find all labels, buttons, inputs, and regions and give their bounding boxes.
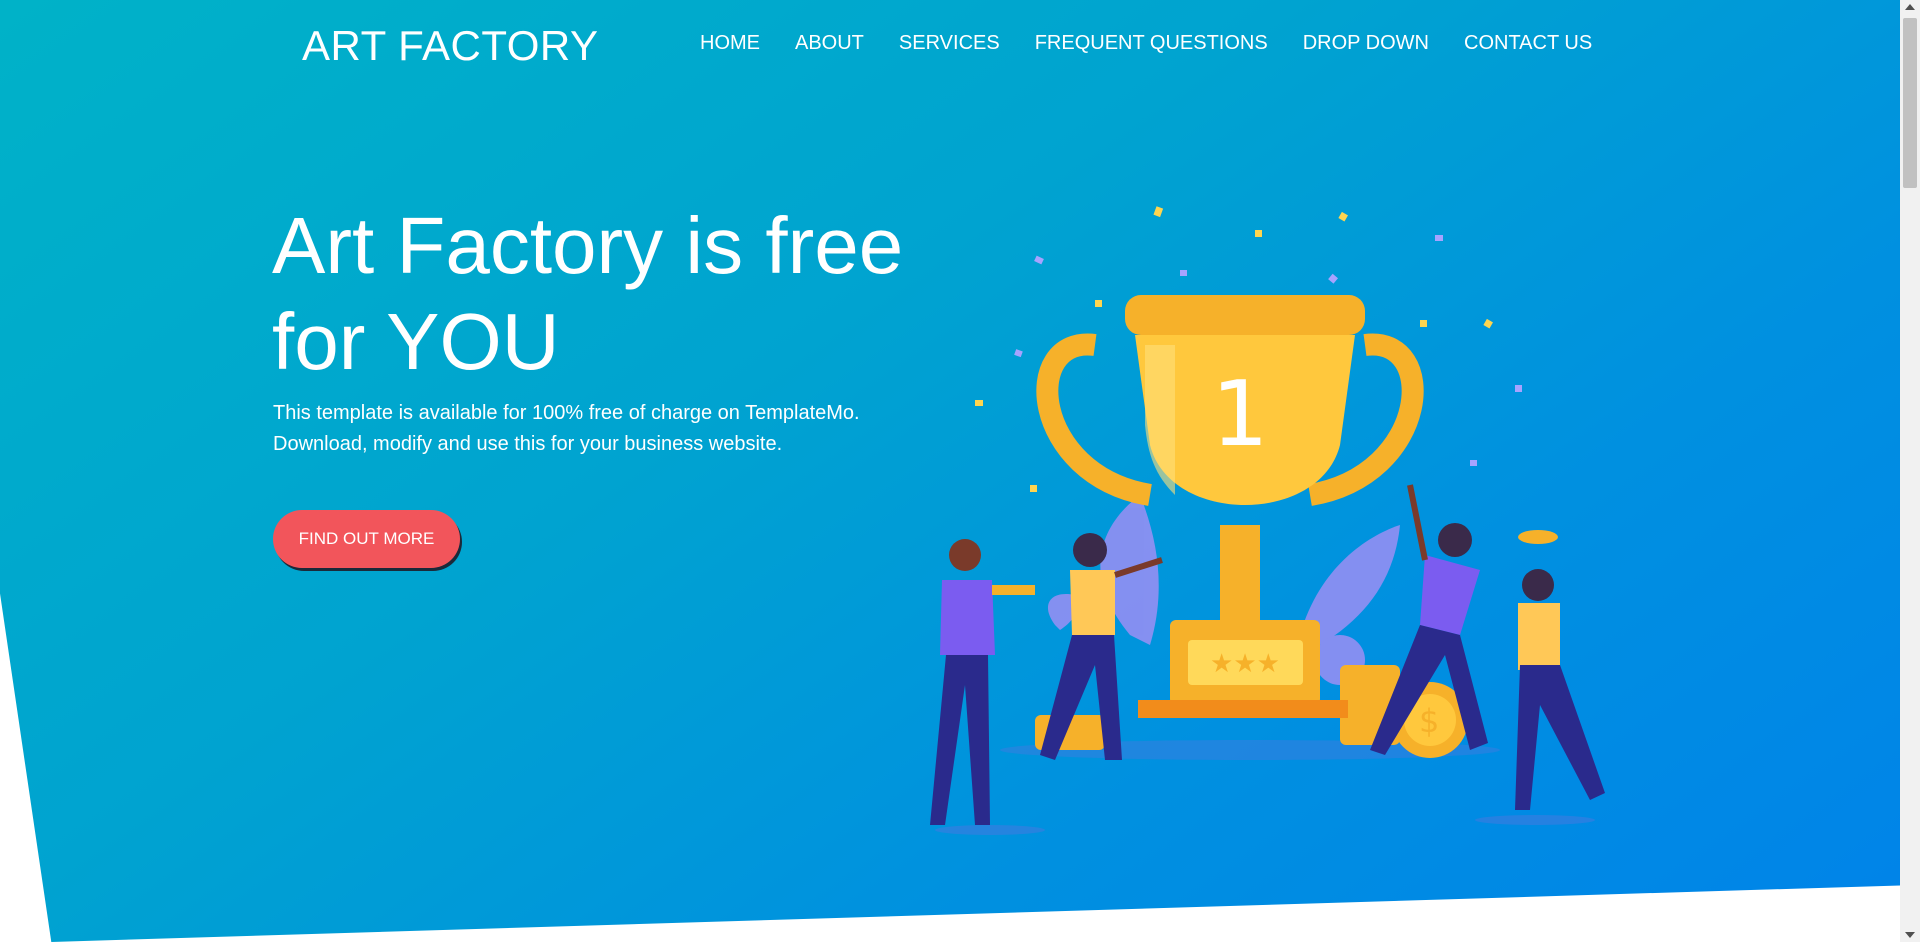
person-left-man	[930, 539, 1035, 825]
nav-item-about[interactable]: ABOUT	[795, 32, 864, 55]
svg-text:$: $	[1419, 702, 1439, 740]
navbar: ART FACTORY HOME ABOUT SERVICES FREQUENT…	[0, 0, 1900, 100]
nav-item-services[interactable]: SERVICES	[899, 32, 1000, 55]
nav-item-drop-down[interactable]: DROP DOWN	[1303, 32, 1429, 55]
scroll-up-icon[interactable]	[1905, 4, 1915, 10]
scroll-thumb[interactable]	[1903, 18, 1917, 188]
nav-item-contact-us[interactable]: CONTACT US	[1464, 32, 1592, 55]
hero-headline: Art Factory is free for YOU	[272, 201, 904, 386]
find-out-more-button[interactable]: FIND OUT MORE	[273, 510, 460, 568]
trophy-celebration-illustration: $ ★★★ 1	[930, 206, 1605, 835]
scroll-down-icon[interactable]	[1905, 932, 1915, 938]
trophy-number: 1	[1211, 362, 1268, 467]
person-woman-right	[1515, 530, 1605, 810]
svg-text:★★★: ★★★	[1210, 649, 1280, 679]
scrollbar[interactable]	[1900, 0, 1920, 942]
hero-description: This template is available for 100% free…	[273, 402, 860, 455]
main-nav: HOME ABOUT SERVICES FREQUENT QUESTIONS D…	[700, 32, 1627, 55]
nav-item-home[interactable]: HOME	[700, 32, 760, 55]
logo[interactable]: ART FACTORY	[302, 22, 599, 70]
nav-item-frequent-questions[interactable]: FREQUENT QUESTIONS	[1035, 32, 1268, 55]
